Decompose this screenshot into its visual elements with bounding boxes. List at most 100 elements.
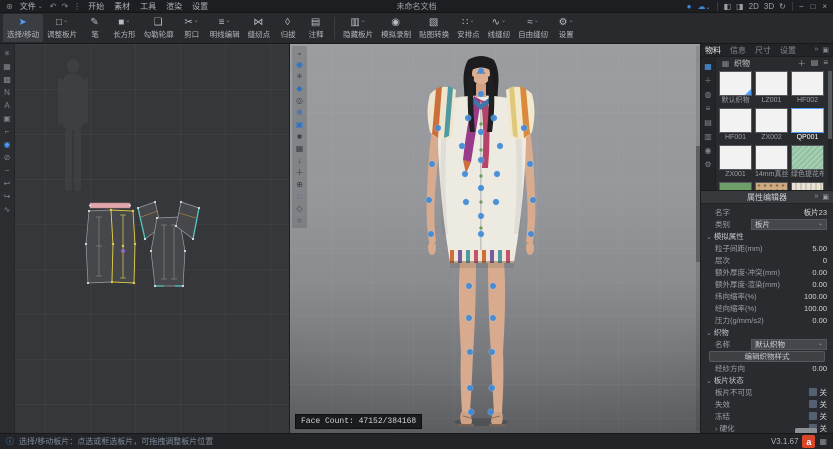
target-icon[interactable]: ⊕ [294,180,305,190]
topstitch-tool[interactable]: ≡ ⌄ 明线编辑 [206,14,244,42]
menu-tools[interactable]: 工具 [140,1,156,12]
curve-icon[interactable]: ∿ [2,205,13,215]
free-sew-tool[interactable]: ≈ ⌄ 自由缝纫 [514,14,552,42]
sync-icon[interactable]: ↻ [779,2,786,11]
prop-value[interactable]: 0.00 [812,268,827,277]
prop-value[interactable]: 板片 [751,219,827,230]
prop-value[interactable]: 关 [809,387,828,398]
expand-props-icon[interactable]: » [814,193,818,201]
avatar-fit-icon[interactable]: ◆ [294,84,305,94]
prop-value[interactable]: 5.00 [812,244,827,253]
separator[interactable] [334,17,335,39]
menu-material[interactable]: 素材 [114,1,130,12]
pen-tool[interactable]: ✎ 笔 [81,14,109,42]
prop-value[interactable]: 关 [809,411,828,422]
sew-point-tool[interactable]: ⋈ 缝纫点 [244,14,275,42]
bounding-box-icon[interactable]: □ [294,192,305,202]
app-logo-icon[interactable]: ⊛ [6,2,13,11]
panel-collapse-handle[interactable] [795,428,817,433]
fabric-swatch[interactable] [791,182,824,190]
fabric-swatch[interactable]: ZX002 [755,108,788,142]
viewport-3d[interactable]: ⌄◉✳◆◎❋▣■▦↓＋⊕□◇○ [290,44,700,433]
account-icon[interactable]: ● [687,2,692,11]
snap-icon[interactable]: ✳ [2,49,13,59]
pattern-2d-viewport[interactable]: ✳ ▦ ▩ NA ▣ ⌐ ◉ ⊘ − ↩ ↪ ∿ [0,44,290,433]
ring-icon[interactable]: ○ [294,216,305,226]
avatar-material-icon[interactable]: ◉ [703,146,714,156]
swatch-scrollbar[interactable] [828,71,832,188]
note-tool[interactable]: ▤ 注释 [302,14,330,42]
fill-pattern-icon[interactable]: ▩ [2,75,13,85]
pattern-pieces[interactable] [80,199,215,294]
minimize-button[interactable]: − [799,2,804,11]
tab-size[interactable]: 尺寸 [755,45,771,56]
prop-value[interactable]: 默认织物 [751,339,827,350]
piping-icon[interactable]: ▥ [703,132,714,142]
collapse-icon[interactable]: ⌄ [294,48,305,58]
topstitch-material-icon[interactable]: ≡ [703,104,714,114]
prop-value[interactable]: 100.00 [804,292,827,301]
fabric-swatch[interactable]: LZ001 [755,71,788,105]
garment-solid-icon[interactable]: ■ [294,132,305,142]
maximize-button[interactable]: □ [810,2,815,11]
add-fabric-button[interactable]: ＋ [798,58,806,69]
prop-value[interactable]: 编辑织物样式 [709,351,825,362]
pin-icon[interactable]: ＋ [294,168,305,178]
redo-icon[interactable]: ↷ [61,2,68,11]
undo-icon[interactable]: ↶ [50,2,57,11]
corner-icon[interactable]: ⌐ [2,127,13,137]
freeze-icon[interactable]: ❋ [294,108,305,118]
brand-logo[interactable]: a [802,435,815,448]
fabric-swatch[interactable] [755,182,788,190]
prop-value[interactable]: 板片23 [804,207,827,218]
adjust-pattern-tool[interactable]: □ ⌄ 调整板片 [43,14,81,42]
mesh-icon[interactable]: ▦ [294,144,305,154]
menu-render[interactable]: 渲染 [166,1,182,12]
fabric-swatch[interactable]: HF002 [791,71,824,105]
grid-icon[interactable]: ▦ [2,62,13,72]
popout-panel-icon[interactable]: ▣ [822,46,829,54]
hide-icon[interactable]: ⊘ [2,153,13,163]
annotation-icon[interactable]: A [2,101,13,111]
prop-value[interactable]: 0.00 [812,280,827,289]
expand-panel-icon[interactable]: » [814,46,818,54]
baseline-icon[interactable]: − [2,166,13,176]
layer-icon[interactable]: ▣ [2,114,13,124]
scene-settings-icon[interactable]: ⚙ [703,160,714,170]
fabric-swatch[interactable]: HF001 [719,108,752,142]
line-sew-tool[interactable]: ∿ ⌄ 线缝纫 [484,14,515,42]
hanger-icon[interactable]: ◇ [294,204,305,214]
rectangle-tool[interactable]: ■ ⌄ 长方形 [109,14,140,42]
popout-props-icon[interactable]: ▣ [822,193,829,201]
settings-tool[interactable]: ⚙ ⌄ 设置 [552,14,580,42]
add-material-icon[interactable]: ＋ [703,76,714,86]
qr-grid-icon[interactable]: ▦ [819,437,827,446]
cloud-sync-icon[interactable]: ☁⌄ [697,2,710,11]
select-move-tool[interactable]: ➤ 选择/移动 [3,14,43,42]
notch-label-icon[interactable]: N [2,88,13,98]
fabric-swatch[interactable]: ZX001 [719,145,752,179]
curve-right-icon[interactable]: ↪ [2,192,13,202]
more-icon[interactable]: ⋮ [73,2,81,11]
view-2d-button[interactable]: 2D [749,2,759,11]
close-button[interactable]: × [822,2,827,11]
show-texture-icon[interactable]: ◉ [2,140,13,150]
prop-value[interactable]: 0 [823,256,827,265]
fabric-swatch[interactable]: 绿色提花布 [791,145,824,179]
grid-view-button[interactable]: ▤ [811,58,819,69]
texture-tool[interactable]: ▧ 贴图转换 [415,14,453,42]
skeleton-icon[interactable]: ✳ [294,72,305,82]
curve-left-icon[interactable]: ↩ [2,179,13,189]
fabric-swatch[interactable]: 默认织物 [719,71,752,105]
show-avatar-icon[interactable]: ◉ [294,60,305,70]
fabric-icon[interactable]: ▦ [703,62,714,72]
gravity-icon[interactable]: ↓ [294,156,305,166]
layout-right-icon[interactable]: ◨ [736,2,744,11]
hardware-icon[interactable]: ▤ [703,118,714,128]
iron-tool[interactable]: ◊ 归拔 [274,14,302,42]
menu-start[interactable]: 开始 [88,1,104,12]
record-tool[interactable]: ◉ 模拟录制 [377,14,415,42]
layout-left-icon[interactable]: ◧ [724,2,732,11]
fabric-swatch[interactable] [719,182,752,190]
file-menu[interactable]: 文件 ⌄ [20,1,43,12]
